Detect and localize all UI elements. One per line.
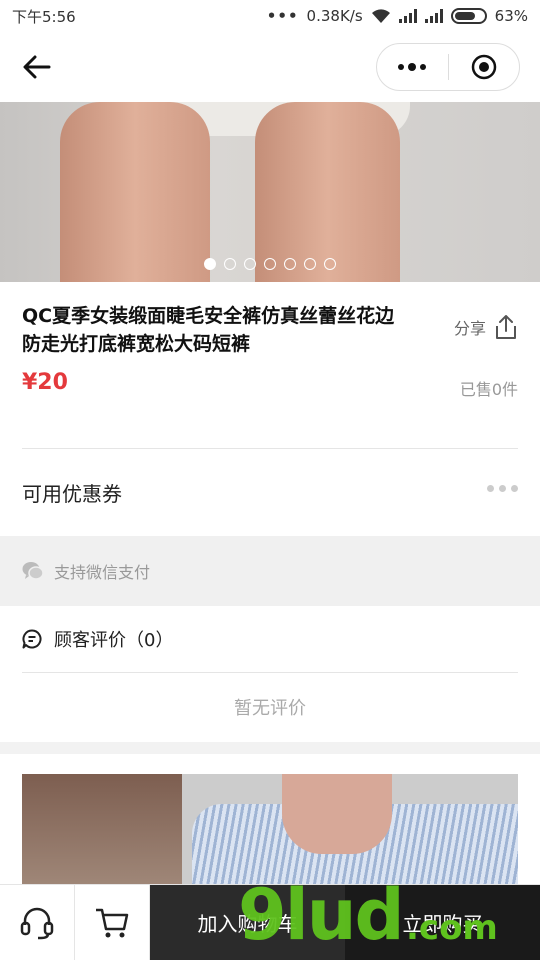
reviews-title: 顾客评价（0） xyxy=(54,630,174,651)
carousel-indicator xyxy=(0,258,540,270)
signal-icon xyxy=(398,9,417,23)
cart-button[interactable] xyxy=(75,885,150,960)
more-button[interactable] xyxy=(377,44,448,90)
close-mini-program-button[interactable] xyxy=(449,44,520,90)
wechat-icon xyxy=(22,562,44,580)
product-image-carousel[interactable] xyxy=(0,102,540,282)
status-bar: 下午5:56 ••• 0.38K/s 63% xyxy=(0,0,540,32)
battery-percent: 63% xyxy=(494,7,528,25)
target-close-icon xyxy=(471,54,496,80)
detail-photo-hand xyxy=(282,774,392,854)
product-photo-leg-right xyxy=(255,102,400,282)
more-notifications-icon: ••• xyxy=(266,7,299,25)
payment-label: 支持微信支付 xyxy=(54,563,151,582)
comment-icon xyxy=(22,629,42,649)
nav-bar xyxy=(0,32,540,102)
carousel-dot[interactable] xyxy=(324,258,336,270)
bottom-action-bar: 加入购物车 立即购买 xyxy=(0,884,540,960)
carousel-dot[interactable] xyxy=(224,258,236,270)
network-speed: 0.38K/s xyxy=(306,7,363,25)
share-icon xyxy=(496,315,516,339)
back-button[interactable] xyxy=(20,50,54,84)
no-reviews-text: 暂无评价 xyxy=(234,698,306,719)
product-price: ¥20 xyxy=(22,370,68,395)
product-title: QC夏季女装缎面睫毛安全裤仿真丝蕾丝花边防走光打底裤宽松大码短裤 xyxy=(22,305,395,355)
cart-icon xyxy=(96,908,129,937)
product-photo-leg-left xyxy=(60,102,210,282)
product-info: QC夏季女装缎面睫毛安全裤仿真丝蕾丝花边防走光打底裤宽松大码短裤 分享 ¥20 … xyxy=(0,282,540,536)
buy-now-button[interactable]: 立即购买 xyxy=(345,885,540,960)
mini-program-capsule xyxy=(376,43,520,91)
carousel-dot[interactable] xyxy=(204,258,216,270)
carousel-dot[interactable] xyxy=(244,258,256,270)
carousel-dot[interactable] xyxy=(264,258,276,270)
sold-count: 已售0件 xyxy=(459,380,518,399)
coupon-more-icon[interactable] xyxy=(487,485,518,492)
customer-service-button[interactable] xyxy=(0,885,75,960)
wifi-icon xyxy=(371,9,390,23)
battery-icon xyxy=(450,8,487,24)
coupon-row-label[interactable]: 可用优惠券 xyxy=(22,478,122,507)
add-to-cart-button[interactable]: 加入购物车 xyxy=(150,885,345,960)
more-dots-icon xyxy=(398,63,427,71)
headset-icon xyxy=(20,907,54,939)
payment-support: 支持微信支付 xyxy=(0,536,540,606)
status-time: 下午5:56 xyxy=(12,7,76,26)
status-right: ••• 0.38K/s 63% xyxy=(267,7,528,25)
back-arrow-icon xyxy=(23,55,51,79)
share-button[interactable]: 分享 xyxy=(454,314,518,340)
divider xyxy=(22,672,518,673)
share-label: 分享 xyxy=(453,319,486,338)
divider xyxy=(22,448,518,449)
carousel-dot[interactable] xyxy=(284,258,296,270)
reviews-section: 顾客评价（0） 暂无评价 xyxy=(0,606,540,742)
reviews-header[interactable]: 顾客评价（0） xyxy=(22,626,173,652)
carousel-dot[interactable] xyxy=(304,258,316,270)
signal-icon-2 xyxy=(424,9,443,23)
